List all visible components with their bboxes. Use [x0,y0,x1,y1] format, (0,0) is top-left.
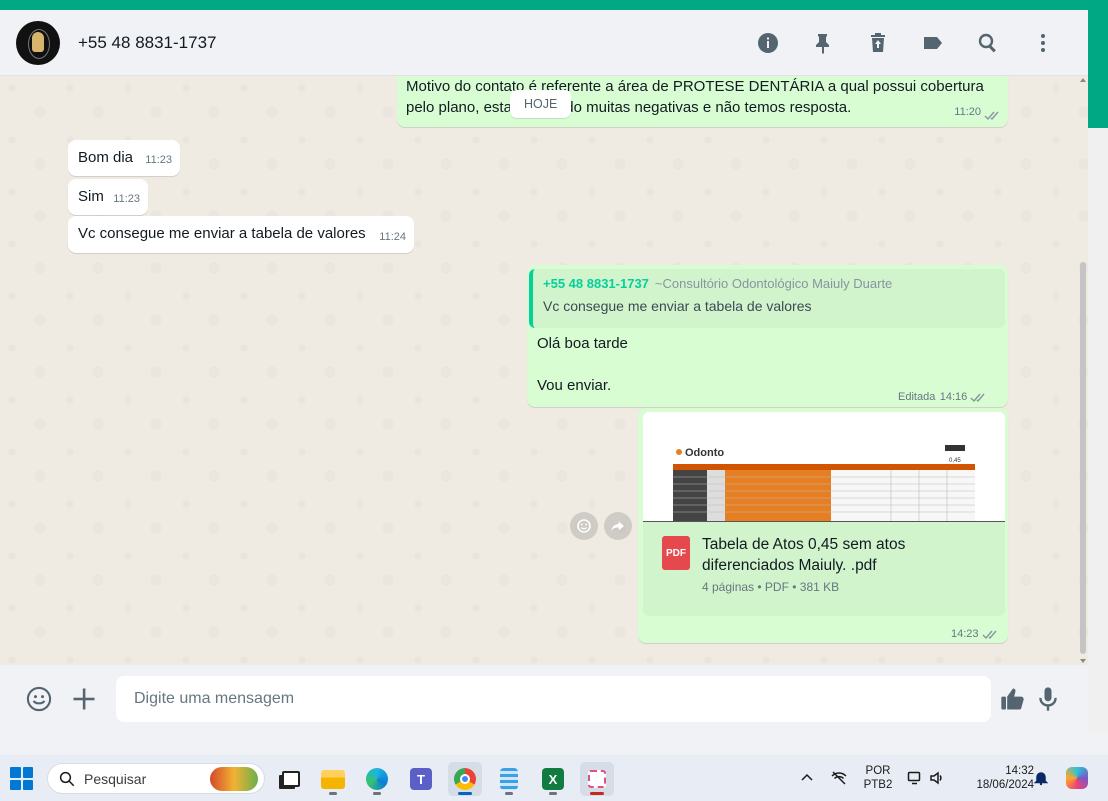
message-text: Sim [78,188,104,205]
forward-button[interactable] [604,512,632,540]
quote-pushname: ~Consultório Odontológico Maiuly Duarte [654,276,893,291]
chat-header: +55 48 8831-1737 [0,10,1088,76]
voice-message-button[interactable] [1033,684,1063,714]
message-meta: 11:20 [954,100,1000,123]
message-text: Motivo do contato é referente a área de … [406,78,984,95]
forward-icon [611,521,624,532]
plus-icon [73,688,95,710]
document-thumbnail[interactable]: Odonto 0,45 [643,412,1005,522]
message-text: Vc consegue me enviar a tabela de valore… [78,225,366,242]
clock[interactable]: 14:32 18/06/2024 [956,764,1034,792]
thumbs-up-button[interactable] [998,684,1028,714]
react-emoji-button[interactable] [570,512,598,540]
window-edge-accent [1088,10,1108,128]
task-view-icon[interactable] [274,762,308,796]
scrollbar-thumb[interactable] [1080,262,1086,654]
message-incoming[interactable]: Bom dia 11:23 [68,140,180,176]
display-icon[interactable] [906,769,924,787]
message-time: 11:23 [113,193,140,205]
message-time: 11:20 [954,106,981,118]
notifications-bell-icon[interactable] [1032,769,1050,787]
emoji-icon [577,519,591,533]
quote-text: Vc consegue me enviar a tabela de valore… [543,298,812,314]
label-icon[interactable] [905,23,960,63]
avatar[interactable] [16,20,60,65]
pin-icon[interactable] [795,23,850,63]
message-text: Bom dia [78,149,134,166]
message-time: 11:23 [145,154,172,166]
notepad-icon[interactable] [492,762,526,796]
volume-icon[interactable] [928,769,946,787]
taskbar-search-label: Pesquisar [84,770,147,787]
edge-browser-icon[interactable] [360,762,394,796]
message-text: Olá boa tarde [537,335,628,352]
file-explorer-icon[interactable] [316,762,350,796]
search-highlight-image [210,767,258,791]
network-offline-icon[interactable] [830,769,848,787]
search-icon [59,771,75,786]
document-info[interactable]: PDF Tabela de Atos 0,45 sem atos diferen… [643,522,1005,616]
thumbs-up-icon [1001,688,1024,710]
message-outgoing[interactable]: Motivo do contato é referente a área de … [397,76,1008,127]
keyboard-layout: PTB2 [863,779,893,791]
document-attachment[interactable]: Odonto 0,45 PDF Tabela de Atos 0,45 sem … [643,412,1005,616]
message-text: Vou enviar. [537,377,612,394]
info-icon[interactable] [740,23,795,63]
read-ticks-icon [984,106,1000,120]
clock-time: 14:32 [1005,765,1034,777]
window-edge [1088,128,1108,734]
message-time: 11:24 [379,231,406,243]
window-bottom-edge [0,733,1108,755]
clock-date: 18/06/2024 [976,779,1034,791]
taskbar-search[interactable]: Pesquisar [47,763,265,794]
message-time: 14:16 [939,391,968,403]
quote-author: +55 48 8831-1737 [543,276,649,291]
read-ticks-icon [982,627,998,640]
document-name: Tabela de Atos 0,45 sem atos diferenciad… [702,536,906,574]
thumb-value: 0,45 [949,458,961,464]
chat-scrollbar[interactable] [1078,76,1088,665]
message-meta: Editada 14:16 [898,387,986,405]
copilot-icon[interactable] [1066,767,1088,789]
message-text: pelo plano, estamos tendo muitas negativ… [406,99,852,116]
message-input[interactable] [116,676,991,722]
scroll-down-icon[interactable] [1080,659,1086,663]
pdf-file-icon: PDF [662,536,690,570]
chat-area[interactable]: Motivo do contato é referente a área de … [0,76,1088,665]
windows-taskbar: Pesquisar T X POR PTB2 14:32 18/06/2024 [0,755,1108,801]
quoted-message[interactable]: +55 48 8831-1737 ~Consultório Odontológic… [529,269,1005,328]
message-meta: 14:23 [951,624,998,642]
message-time: 14:23 [951,628,979,640]
windows-start-icon[interactable] [10,767,33,790]
show-hidden-icons-icon[interactable] [798,769,816,787]
header-actions [740,23,1070,63]
edited-label: Editada [898,391,936,403]
attach-button[interactable] [69,684,99,714]
language-code: POR [865,765,891,777]
emoji-button[interactable] [24,684,54,714]
message-incoming[interactable]: Vc consegue me enviar a tabela de valore… [68,216,414,253]
contact-name[interactable]: +55 48 8831-1737 [78,33,217,53]
scroll-up-icon[interactable] [1080,78,1086,82]
teams-icon[interactable]: T [404,762,438,796]
snipping-tool-icon[interactable] [580,762,614,796]
message-composer [0,665,1088,733]
input-language-indicator[interactable]: POR PTB2 [860,764,896,792]
thumb-logo: Odonto [685,447,724,459]
date-chip: HOJE [510,90,572,118]
document-preview-image: Odonto 0,45 [643,412,1005,521]
chrome-icon[interactable] [448,762,482,796]
document-meta: 4 páginas • PDF • 381 KB [702,580,840,594]
emoji-icon [26,686,52,712]
microphone-icon [1039,687,1057,711]
app-top-accent [0,0,1108,10]
search-icon[interactable] [960,23,1015,63]
more-menu-icon[interactable] [1015,23,1070,63]
clear-chat-icon[interactable] [850,23,905,63]
message-incoming[interactable]: Sim 11:23 [68,179,148,215]
excel-icon[interactable]: X [536,762,570,796]
read-ticks-icon [970,390,986,403]
